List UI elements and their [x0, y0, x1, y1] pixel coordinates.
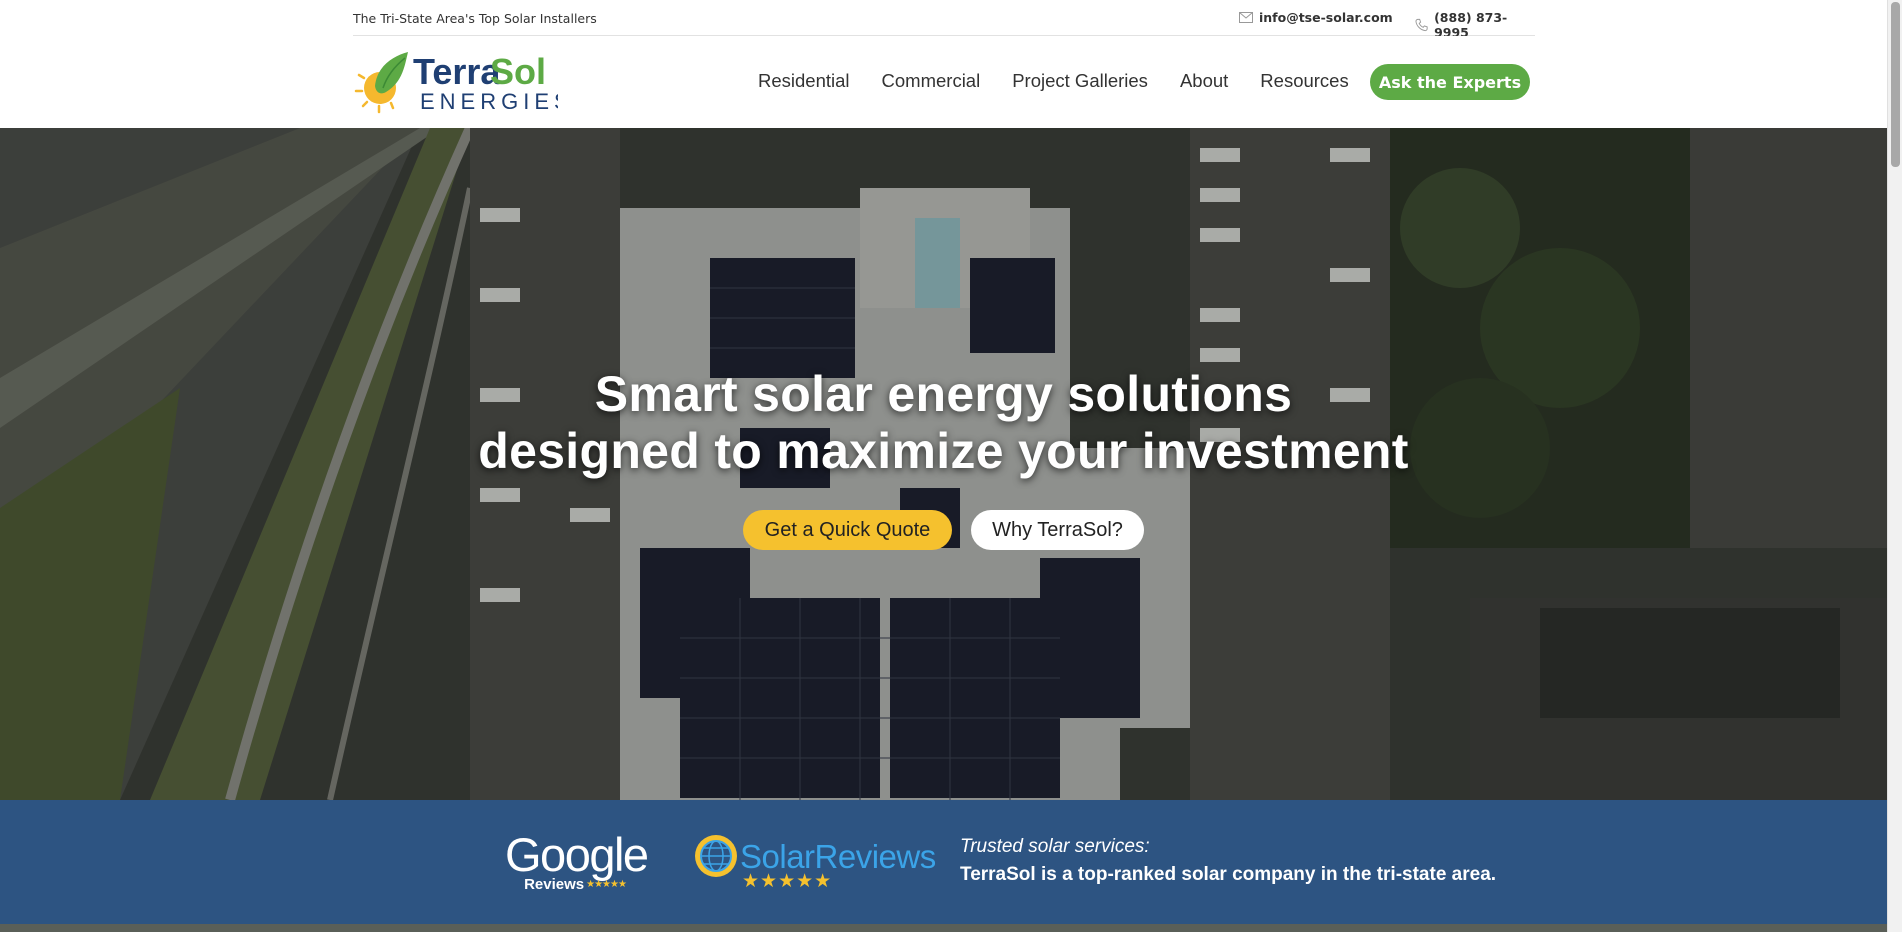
- trust-description: TerraSol is a top-ranked solar company i…: [960, 864, 1497, 885]
- page-scrollbar[interactable]: [1887, 0, 1902, 932]
- hero-section: Smart solar energy solutions designed to…: [0, 128, 1887, 800]
- solarreviews-badge[interactable]: SolarReviews ★★★★★: [694, 834, 936, 894]
- site-header: Terra Sol ENERGIES Residential Commercia…: [0, 36, 1887, 128]
- solarreviews-stars-icon: ★★★★★: [742, 871, 833, 892]
- why-terrasol-button[interactable]: Why TerraSol?: [971, 510, 1144, 550]
- svg-text:Sol: Sol: [490, 51, 546, 92]
- trust-band: Google Reviews ★★★★★ SolarReviews ★★★★★ …: [0, 800, 1887, 924]
- email-text[interactable]: info@tse-solar.com: [1259, 10, 1393, 25]
- next-section-preview: [0, 924, 1887, 932]
- trust-heading: Trusted solar services:: [960, 836, 1150, 857]
- google-stars-icon: ★★★★★: [586, 879, 627, 890]
- google-wordmark: Google: [505, 828, 649, 881]
- nav-resources[interactable]: Resources: [1260, 70, 1348, 92]
- quick-quote-button[interactable]: Get a Quick Quote: [743, 510, 952, 550]
- ask-the-experts-button[interactable]: Ask the Experts: [1370, 64, 1530, 100]
- nav-commercial[interactable]: Commercial: [882, 70, 981, 92]
- google-reviews-label: Reviews: [524, 876, 585, 893]
- trust-statement: Trusted solar services: TerraSol is a to…: [960, 836, 1496, 886]
- envelope-icon: [1239, 12, 1253, 23]
- top-bar: The Tri-State Area's Top Solar Installer…: [353, 0, 1535, 40]
- email-link[interactable]: info@tse-solar.com: [1239, 10, 1393, 25]
- terrasol-logo[interactable]: Terra Sol ENERGIES: [353, 48, 569, 116]
- phone-icon: [1415, 18, 1428, 32]
- nav-project-galleries[interactable]: Project Galleries: [1012, 70, 1148, 92]
- hero-headline: Smart solar energy solutions designed to…: [0, 366, 1887, 480]
- hero-headline-line2: designed to maximize your investment: [478, 423, 1409, 479]
- scrollbar-thumb[interactable]: [1891, 2, 1900, 167]
- svg-text:Terra: Terra: [413, 51, 501, 92]
- solarreviews-globe-icon: [695, 835, 737, 877]
- nav-residential[interactable]: Residential: [758, 70, 850, 92]
- nav-about[interactable]: About: [1180, 70, 1228, 92]
- hero-headline-line1: Smart solar energy solutions: [594, 366, 1293, 422]
- main-nav: Residential Commercial Project Galleries…: [758, 70, 1381, 92]
- tagline: The Tri-State Area's Top Solar Installer…: [353, 11, 597, 26]
- google-reviews-badge[interactable]: Google Reviews ★★★★★: [505, 828, 649, 896]
- svg-text:ENERGIES: ENERGIES: [420, 89, 558, 114]
